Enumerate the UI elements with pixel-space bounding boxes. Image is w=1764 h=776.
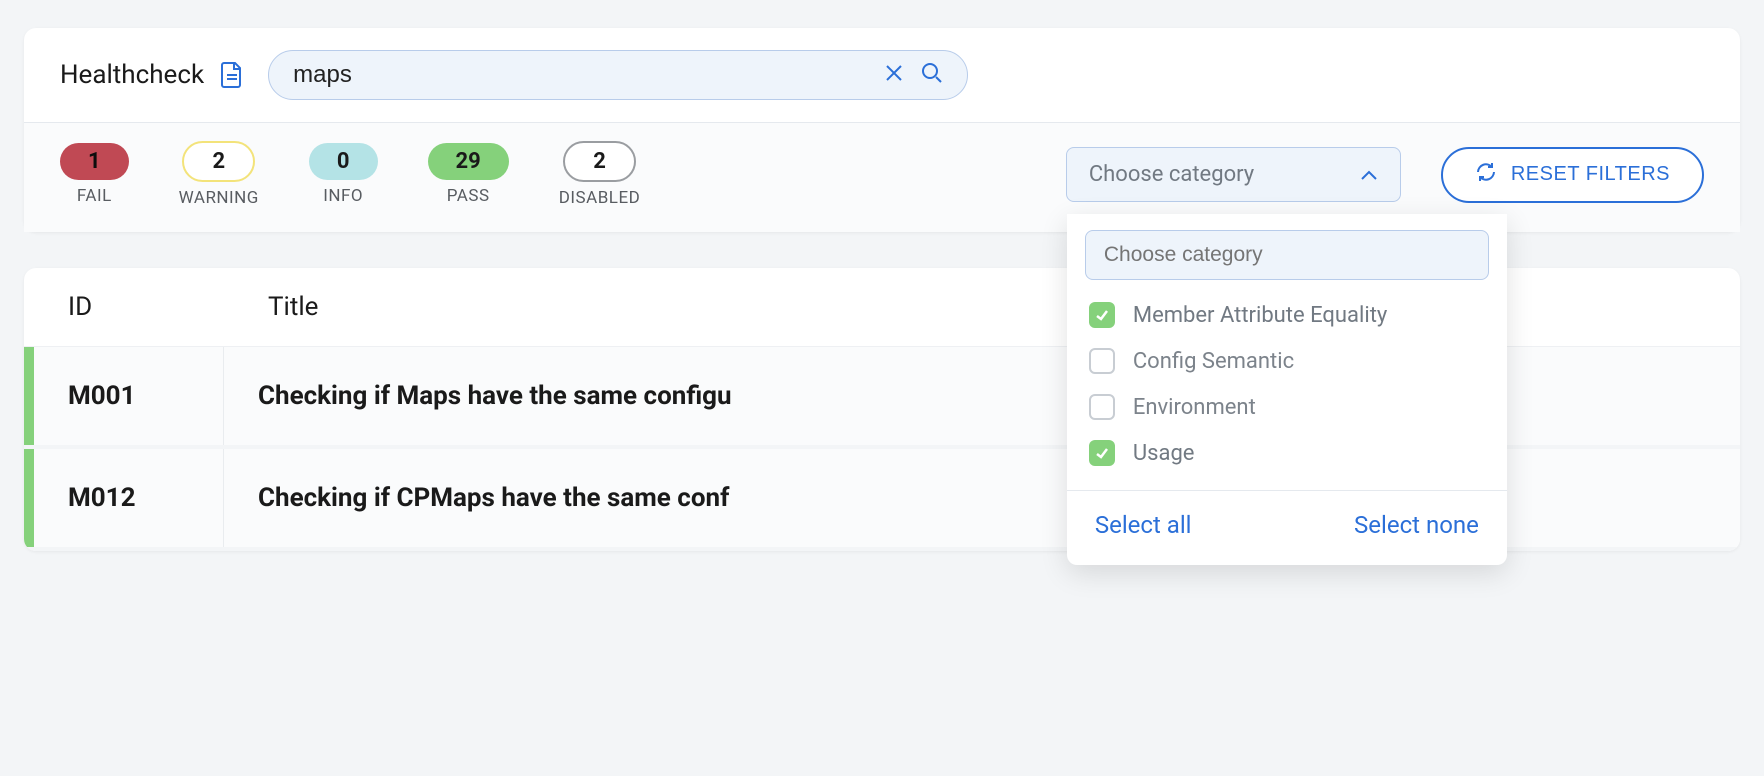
warning-count: 2 [182,141,255,182]
category-option-label: Environment [1133,395,1256,420]
cell-id: M012 [34,449,224,547]
stat-pass[interactable]: 29 PASS [428,143,509,206]
info-label: INFO [323,186,363,206]
category-placeholder: Choose category [1089,162,1254,187]
search-icons [885,62,943,88]
healthcheck-panel: Healthcheck [24,28,1740,232]
chevron-up-icon [1360,169,1378,181]
cell-id: M001 [34,347,224,445]
stat-disabled[interactable]: 2 DISABLED [559,141,641,208]
page-title: Healthcheck [60,60,204,90]
reset-filters-button[interactable]: RESET FILTERS [1441,147,1704,203]
category-option[interactable]: Usage [1085,430,1489,476]
checkbox-icon[interactable] [1089,348,1115,374]
select-none-button[interactable]: Select none [1354,511,1479,539]
fail-count: 1 [60,143,129,180]
category-option[interactable]: Config Semantic [1085,338,1489,384]
category-search-input[interactable] [1085,230,1489,280]
search-icon[interactable] [921,62,943,88]
cell-title: Checking if Maps have the same configu [224,347,1740,445]
clear-icon[interactable] [885,64,903,86]
search-input[interactable] [293,61,885,89]
search-field[interactable] [268,50,968,100]
category-option-label: Usage [1133,441,1195,466]
stat-info[interactable]: 0 INFO [309,143,378,206]
disabled-count: 2 [563,141,636,182]
select-all-button[interactable]: Select all [1095,511,1192,539]
col-title: Title [268,292,1740,322]
header-row: Healthcheck [24,28,1740,122]
pass-count: 29 [428,143,509,180]
status-stripe [24,449,34,547]
col-id: ID [68,292,268,322]
title-group: Healthcheck [60,60,244,90]
category-option-label: Config Semantic [1133,349,1294,374]
category-select[interactable]: Choose category Member Attribute Equalit… [1066,147,1401,202]
warning-label: WARNING [179,188,259,208]
stat-warning[interactable]: 2 WARNING [179,141,259,208]
disabled-label: DISABLED [559,188,641,208]
category-wrap: Choose category Member Attribute Equalit… [1066,147,1704,203]
stat-fail[interactable]: 1 FAIL [60,143,129,206]
category-option-label: Member Attribute Equality [1133,303,1387,328]
filters-row: 1 FAIL 2 WARNING 0 INFO 29 PASS 2 DISABL… [24,122,1740,232]
fail-label: FAIL [77,186,112,206]
refresh-icon [1475,161,1497,189]
checkbox-checked-icon[interactable] [1089,302,1115,328]
info-count: 0 [309,143,378,180]
checkbox-checked-icon[interactable] [1089,440,1115,466]
category-option[interactable]: Environment [1085,384,1489,430]
pass-label: PASS [447,186,490,206]
category-option[interactable]: Member Attribute Equality [1085,292,1489,338]
cell-title: Checking if CPMaps have the same conf [224,449,1740,547]
category-dropdown: Member Attribute Equality Config Semantic… [1067,214,1507,565]
document-icon [220,61,244,89]
reset-filters-label: RESET FILTERS [1511,163,1670,186]
status-stripe [24,347,34,445]
checkbox-icon[interactable] [1089,394,1115,420]
